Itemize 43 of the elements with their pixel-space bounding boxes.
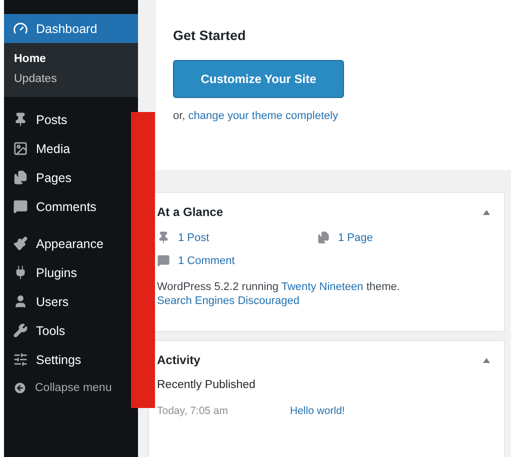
- card-title: At a Glance: [157, 205, 224, 219]
- menu-item[interactable]: Settings: [4, 345, 131, 374]
- pages-icon: [317, 231, 330, 244]
- menu-item[interactable]: Pages: [4, 163, 131, 192]
- dashboard-icon: [13, 21, 28, 36]
- menu-item[interactable]: Media: [4, 134, 131, 163]
- customize-button[interactable]: Customize Your Site: [173, 60, 344, 98]
- pages-icon: [13, 170, 28, 185]
- comment-icon: [157, 254, 170, 267]
- submenu-item[interactable]: Updates: [4, 69, 67, 89]
- menu-item[interactable]: Plugins: [4, 258, 131, 287]
- submenu-item[interactable]: Home: [4, 49, 56, 69]
- pin-icon: [13, 112, 28, 127]
- theme-text: or, change your theme completely: [173, 110, 338, 122]
- glance-link[interactable]: 1 Post: [157, 231, 317, 244]
- wrench-icon: [13, 323, 28, 338]
- comment-icon: [13, 199, 28, 214]
- section-heading: Recently Published: [157, 379, 256, 391]
- toggle-arrow-icon[interactable]: [483, 358, 490, 362]
- pin-icon: [157, 231, 170, 244]
- panel-title: Get Started: [173, 28, 246, 43]
- collapse-icon: [13, 381, 27, 395]
- post-date: Today, 7:05 am: [157, 405, 230, 417]
- menu-item[interactable]: Appearance: [4, 229, 131, 258]
- menu-item[interactable]: Comments: [4, 192, 131, 221]
- sliders-icon: [13, 352, 28, 367]
- media-icon: [13, 141, 28, 156]
- brush-icon: [13, 236, 28, 251]
- menu-item[interactable]: Tools: [4, 316, 131, 345]
- menu-item[interactable]: Dashboard: [4, 14, 138, 43]
- version-text: WordPress 5.2.2 running Twenty Nineteen theme.: [157, 281, 401, 293]
- glance-link[interactable]: 1 Comment: [157, 254, 317, 267]
- theme-link[interactable]: Twenty Nineteen: [281, 281, 364, 293]
- menu-item[interactable]: Posts: [4, 105, 131, 134]
- glance-link[interactable]: 1 Page: [317, 231, 490, 244]
- post-link[interactable]: Hello world!: [290, 405, 490, 417]
- collapse-menu-link[interactable]: Collapse menu: [4, 374, 131, 402]
- search-engines-link[interactable]: Search Engines Discouraged: [157, 295, 300, 307]
- user-icon: [13, 294, 28, 309]
- menu-item[interactable]: Users: [4, 287, 131, 316]
- card-title: Activity: [157, 353, 200, 367]
- theme-link[interactable]: change your theme completely: [188, 110, 338, 122]
- toggle-arrow-icon[interactable]: [483, 210, 490, 214]
